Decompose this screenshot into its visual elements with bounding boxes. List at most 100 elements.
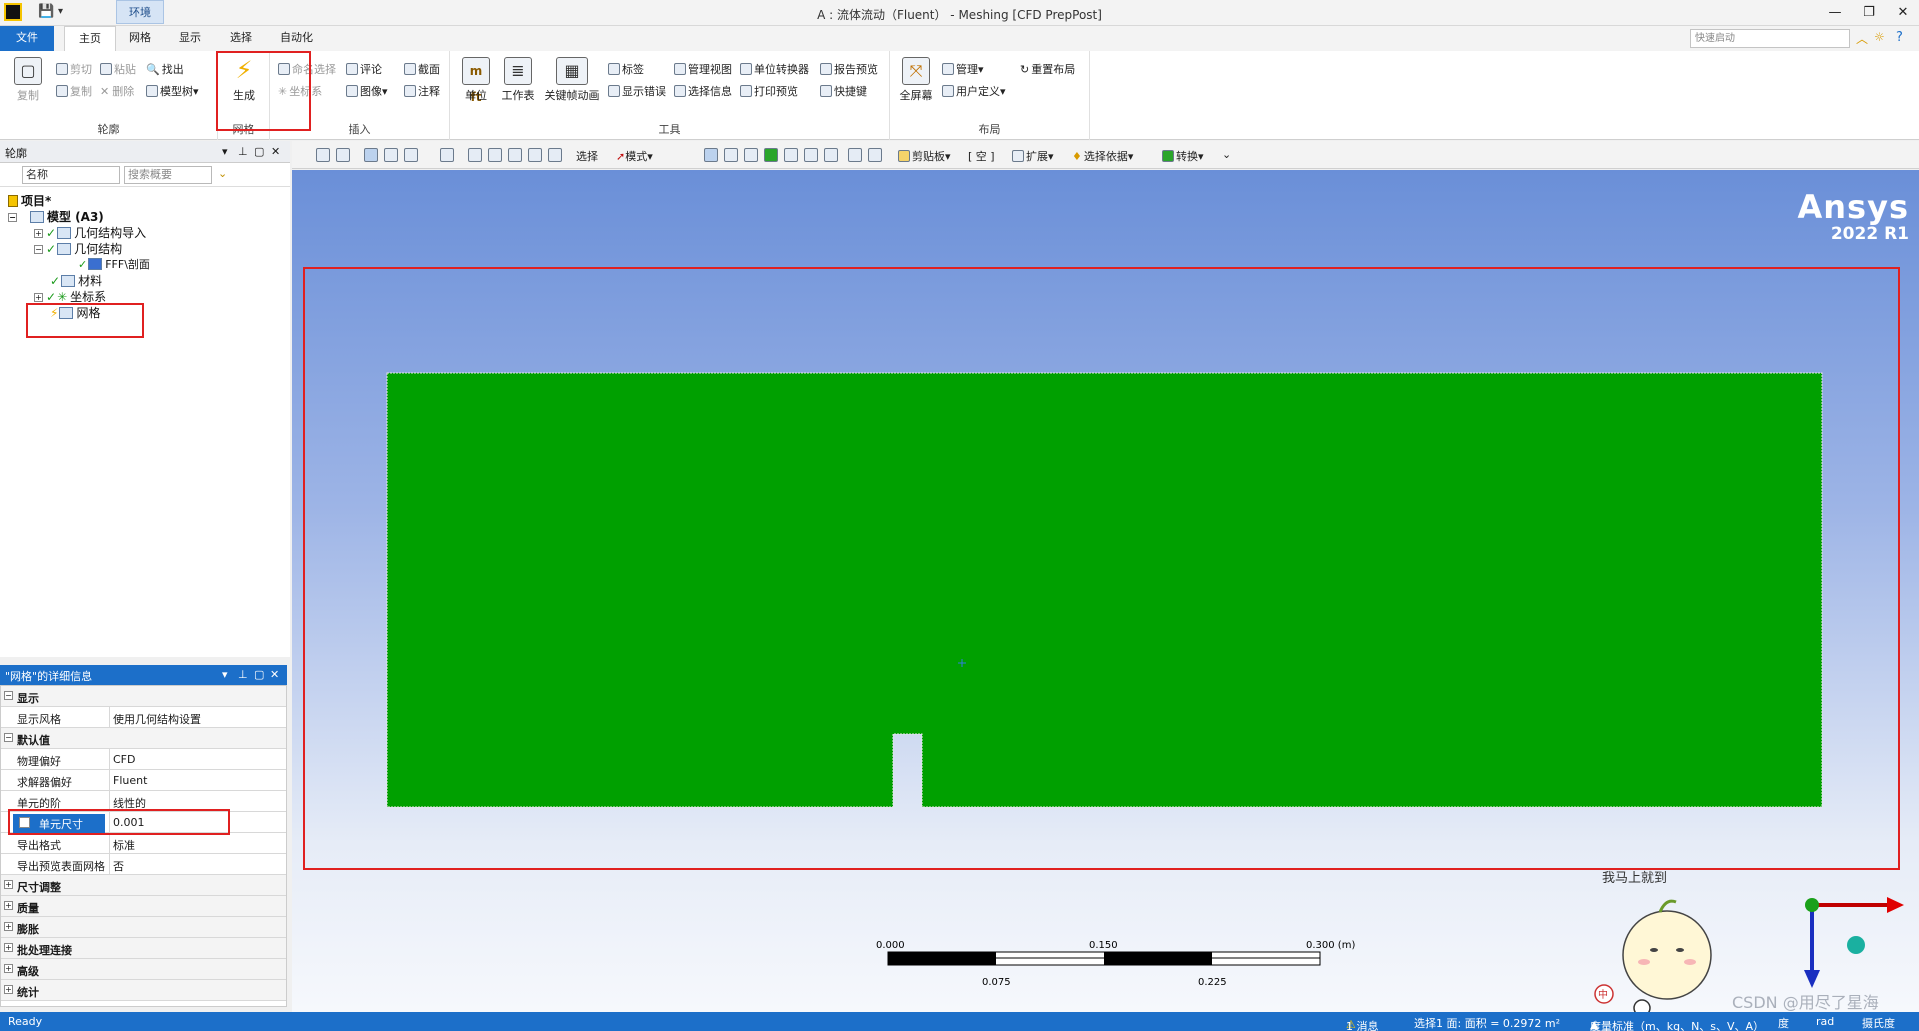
details-row-export-format[interactable]: 导出格式 标准 bbox=[1, 833, 286, 854]
minimize-button[interactable]: — bbox=[1822, 4, 1848, 22]
fullscreen-button[interactable]: ⤧ 全屏幕 bbox=[896, 57, 936, 103]
filter-dropdown-icon[interactable]: ⌄ bbox=[218, 167, 227, 180]
shaded-view-icon[interactable] bbox=[364, 148, 378, 162]
keyframe-animation-button[interactable]: ▦ 关键帧动画 bbox=[542, 57, 602, 103]
print-preview-button[interactable]: 打印预览 bbox=[740, 83, 798, 99]
annotation-button[interactable]: 注释 bbox=[404, 83, 440, 99]
filter-type-select[interactable]: 名称 bbox=[22, 166, 120, 184]
details-section-display[interactable]: − 显示 bbox=[1, 686, 286, 707]
show-errors-button[interactable]: 显示错误 bbox=[608, 83, 666, 99]
details-section-defaults[interactable]: − 默认值 bbox=[1, 728, 286, 749]
coordinate-system-button[interactable]: ✳ 坐标系 bbox=[278, 83, 322, 99]
pin-icon[interactable]: ⊥ bbox=[238, 668, 248, 681]
find-button[interactable]: 🔍 找出 bbox=[146, 61, 184, 77]
image-button[interactable]: 图像▾ bbox=[346, 83, 388, 99]
details-section-sizing[interactable]: + 尺寸调整 bbox=[1, 875, 286, 896]
details-row-physics[interactable]: 物理偏好 CFD bbox=[1, 749, 286, 770]
tree-item-materials[interactable]: ✓ 材料 bbox=[50, 272, 102, 289]
expand-icon[interactable]: + bbox=[34, 293, 43, 302]
tree-item-project[interactable]: 项目* bbox=[8, 192, 51, 209]
box-zoom-icon[interactable] bbox=[508, 148, 522, 162]
chevron-up-icon[interactable]: ︿ bbox=[1856, 30, 1868, 47]
expand-icon[interactable]: + bbox=[34, 229, 43, 238]
close-button[interactable]: ✕ bbox=[1890, 4, 1916, 22]
unit-converter-button[interactable]: 单位转换器 bbox=[740, 61, 809, 77]
details-section-quality[interactable]: + 质量 bbox=[1, 896, 286, 917]
wireframe-view-icon[interactable] bbox=[384, 148, 398, 162]
tab-mesh[interactable]: 网格 bbox=[115, 26, 165, 51]
tab-file[interactable]: 文件 bbox=[0, 26, 54, 51]
extend-dropdown[interactable]: 扩展▾ bbox=[1012, 148, 1054, 164]
select-edge-icon[interactable] bbox=[724, 148, 738, 162]
bulb-icon[interactable]: ☼ bbox=[1874, 30, 1885, 44]
collapse-icon[interactable]: − bbox=[34, 245, 43, 254]
select-button[interactable]: 选择 bbox=[576, 148, 598, 164]
rotate-icon[interactable] bbox=[440, 148, 454, 162]
tab-automation[interactable]: 自动化 bbox=[266, 26, 327, 51]
user-defined-layout-button[interactable]: 用户定义▾ bbox=[942, 83, 1006, 99]
delete-button[interactable]: ✕ 删除 bbox=[100, 83, 134, 99]
parameter-checkbox[interactable] bbox=[19, 817, 30, 828]
copy-button[interactable]: 复制 bbox=[56, 83, 92, 99]
convert-dropdown[interactable]: 转换▾ bbox=[1162, 148, 1204, 164]
display-style-icon[interactable] bbox=[404, 148, 418, 162]
manage-views-button[interactable]: 管理视图 bbox=[674, 61, 732, 77]
restore-button[interactable]: ❐ bbox=[1856, 4, 1882, 22]
tab-home[interactable]: 主页 bbox=[64, 26, 116, 51]
reset-layout-button[interactable]: ↻ 重置布局 bbox=[1020, 61, 1075, 77]
tree-item-body[interactable]: ✓ FFF\剖面 bbox=[78, 256, 150, 272]
copy-big-button[interactable]: ▢ 复制 bbox=[8, 57, 48, 103]
details-row-export-preview[interactable]: 导出预览表面网格否 bbox=[1, 854, 286, 875]
help-icon[interactable]: ? bbox=[1896, 30, 1903, 45]
tag-button[interactable]: 标签 bbox=[608, 61, 644, 77]
magnifier-icon[interactable] bbox=[548, 148, 562, 162]
shortcuts-button[interactable]: 快捷键 bbox=[820, 83, 867, 99]
paste-button[interactable]: 粘贴 bbox=[100, 61, 136, 77]
graphics-viewport[interactable]: Ansys 2022 R1 0.000 0.150 0.300 (m) 0.07… bbox=[292, 170, 1919, 1012]
select-by-dropdown[interactable]: ♦ 选择依据▾ bbox=[1072, 148, 1133, 164]
details-row-element-size[interactable]: 单元尺寸 0.001 bbox=[1, 812, 286, 834]
select-face-icon[interactable] bbox=[744, 148, 758, 162]
angular-velocity-unit[interactable]: rad bbox=[1816, 1015, 1834, 1028]
select-node-icon[interactable] bbox=[784, 148, 798, 162]
zoom-in-icon[interactable] bbox=[316, 148, 330, 162]
pan-icon[interactable] bbox=[468, 148, 482, 162]
report-preview-button[interactable]: 报告预览 bbox=[820, 61, 878, 77]
panel-menu-icon[interactable]: ▾ bbox=[222, 668, 228, 681]
tree-item-geometry-import[interactable]: + ✓ 几何结构导入 bbox=[34, 224, 146, 241]
named-selection-button[interactable]: 命名选择 bbox=[278, 61, 336, 77]
units-button[interactable]: m ft 单位 bbox=[456, 57, 496, 104]
details-row-element-order[interactable]: 单元的阶 线性的 bbox=[1, 791, 286, 812]
selection-info-button[interactable]: 选择信息 bbox=[674, 83, 732, 99]
select-element-face-icon[interactable] bbox=[804, 148, 818, 162]
close-panel-icon[interactable]: ✕ bbox=[270, 668, 279, 681]
worksheet-button[interactable]: ≣ 工作表 bbox=[498, 57, 538, 103]
maximize-icon[interactable]: ▢ bbox=[254, 145, 264, 158]
outline-search-input[interactable]: 搜索概要 bbox=[124, 166, 212, 184]
details-row-display-style[interactable]: 显示风格 使用几何结构设置 bbox=[1, 707, 286, 728]
details-section-statistics[interactable]: + 统计 bbox=[1, 980, 286, 1001]
details-section-inflation[interactable]: + 膨胀 bbox=[1, 917, 286, 938]
toolbar-overflow-icon[interactable]: ⌄ bbox=[1222, 148, 1231, 161]
close-panel-icon[interactable]: ✕ bbox=[271, 145, 280, 158]
zoom-fit-icon[interactable] bbox=[528, 148, 542, 162]
select-options-icon[interactable] bbox=[868, 148, 882, 162]
select-element-icon[interactable] bbox=[824, 148, 838, 162]
comment-button[interactable]: 评论 bbox=[346, 61, 382, 77]
cut-button[interactable]: 剪切 bbox=[56, 61, 92, 77]
select-vertex-icon[interactable] bbox=[704, 148, 718, 162]
zoom-icon[interactable] bbox=[488, 148, 502, 162]
generate-mesh-button[interactable]: ⚡ 生成 bbox=[224, 57, 264, 103]
mode-dropdown[interactable]: ➚模式▾ bbox=[616, 148, 653, 164]
quick-launch-input[interactable]: 快速启动 bbox=[1690, 29, 1850, 48]
tree-button[interactable]: 模型树▾ bbox=[146, 83, 199, 99]
tab-display[interactable]: 显示 bbox=[165, 26, 215, 51]
zoom-out-icon[interactable] bbox=[336, 148, 350, 162]
maximize-icon[interactable]: ▢ bbox=[254, 668, 264, 681]
tree-item-model[interactable]: − 模型 (A3) bbox=[8, 208, 104, 225]
details-section-advanced[interactable]: + 高级 bbox=[1, 959, 286, 980]
clipboard-dropdown[interactable]: 剪贴板▾ bbox=[898, 148, 951, 164]
tree-item-coordinate-systems[interactable]: + ✓✳ 坐标系 bbox=[34, 288, 106, 305]
manage-layout-button[interactable]: 管理▾ bbox=[942, 61, 984, 77]
temperature-unit[interactable]: 摄氏度 bbox=[1862, 1015, 1895, 1031]
